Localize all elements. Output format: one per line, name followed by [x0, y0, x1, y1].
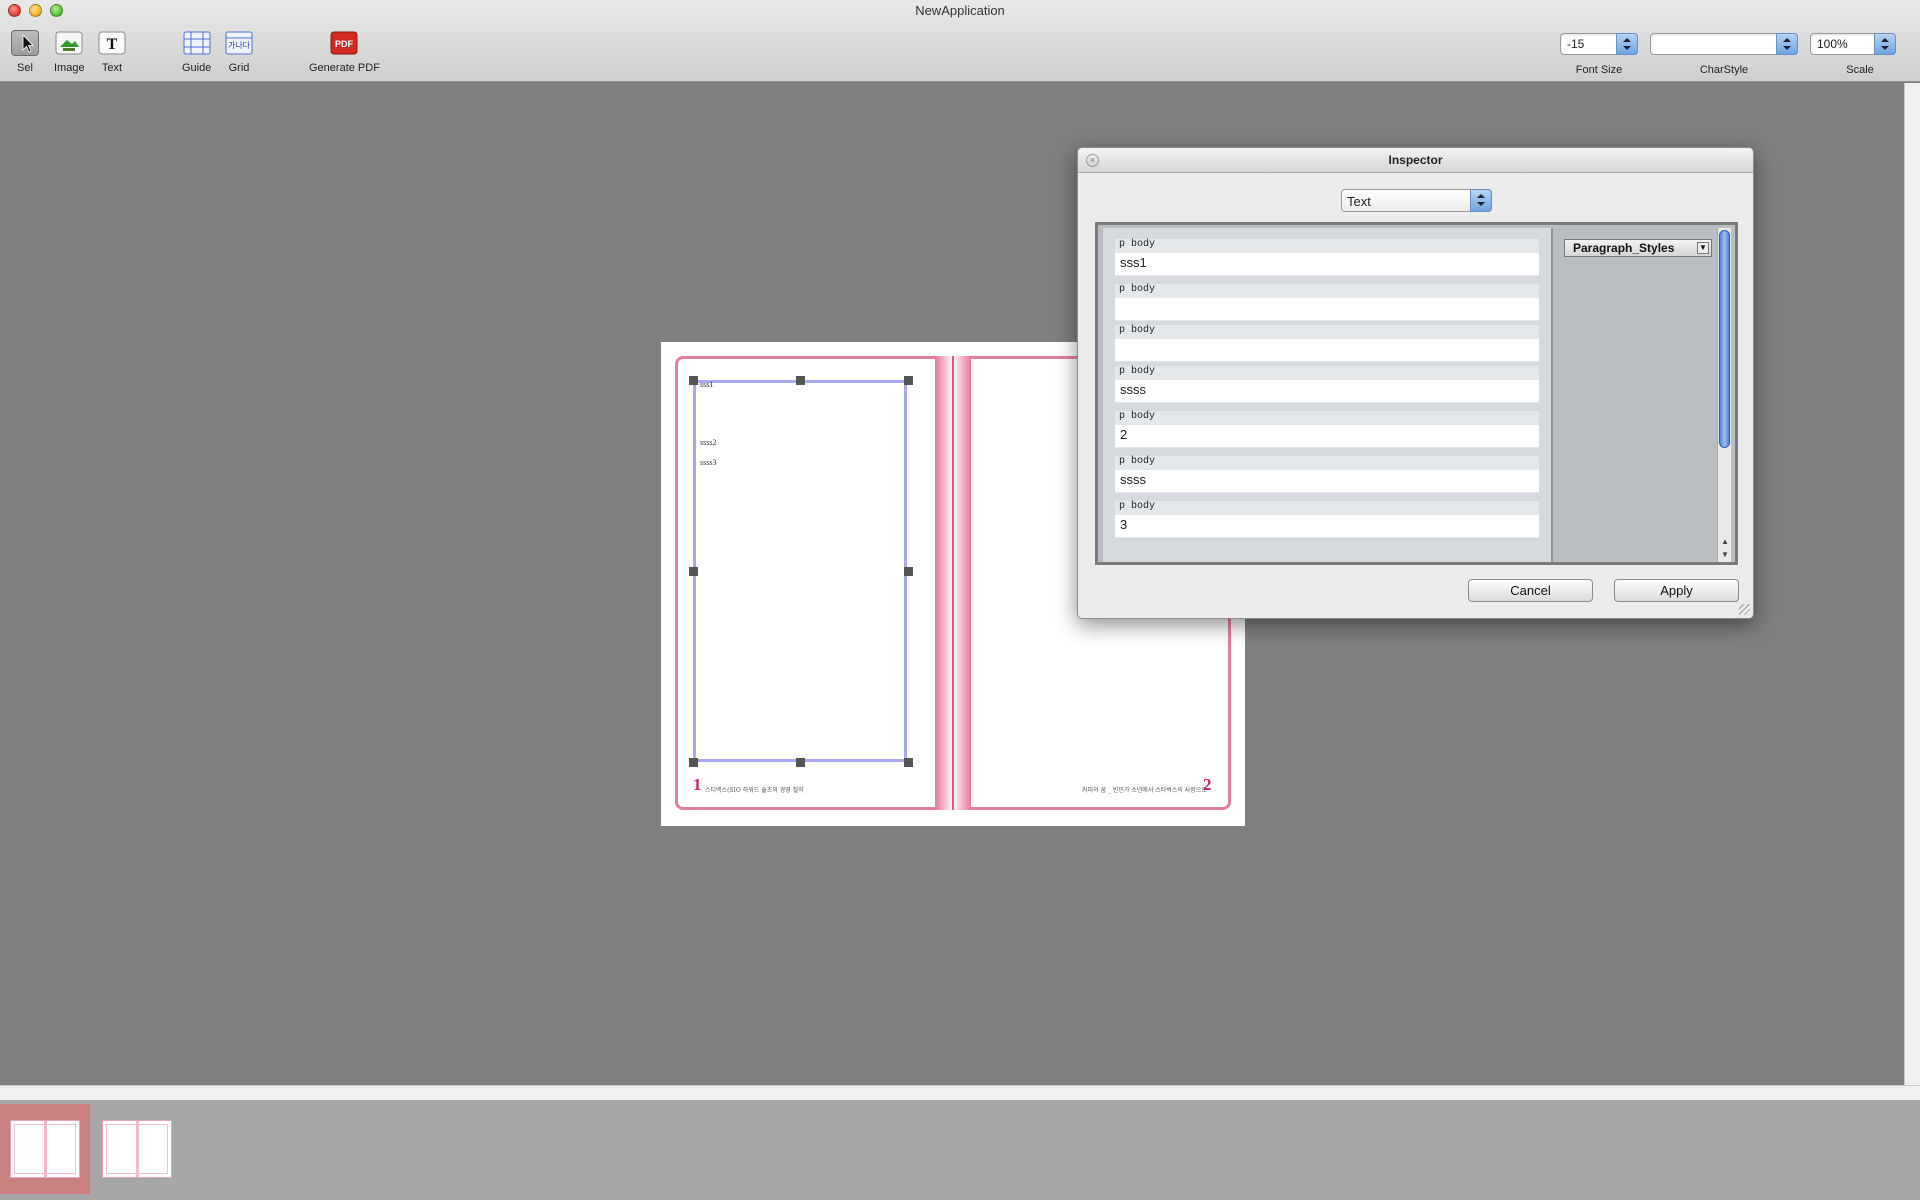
- select-arrows-icon[interactable]: [1776, 33, 1798, 55]
- paragraph-row[interactable]: p body: [1115, 325, 1539, 362]
- guide-tool-button[interactable]: Guide: [182, 30, 211, 74]
- paragraph-row[interactable]: p body ssss: [1115, 456, 1539, 493]
- paragraph-row[interactable]: p body 3: [1115, 501, 1539, 538]
- page-thumbnail[interactable]: [92, 1104, 182, 1194]
- resize-handle-top-left[interactable]: [689, 376, 698, 385]
- window-toolbar: NewApplication Sel Image T Text Guide 가나…: [0, 0, 1920, 82]
- font-size-label: Font Size: [1575, 64, 1623, 76]
- paragraph-tag: p body: [1119, 239, 1156, 250]
- image-tool-button[interactable]: Image: [54, 30, 85, 74]
- scroll-down-arrow-icon[interactable]: ▼: [1719, 549, 1731, 561]
- font-size-stepper[interactable]: -15: [1560, 33, 1638, 55]
- select-tool-label: Sel: [17, 62, 33, 74]
- paragraph-list[interactable]: p body sss1 p body p body p body ssss p …: [1103, 228, 1551, 562]
- page-thumbnail-selected[interactable]: [0, 1104, 90, 1194]
- generate-pdf-label: Generate PDF: [309, 62, 380, 74]
- korean-grid-icon: 가나다: [225, 30, 253, 56]
- panel-divider: [1551, 228, 1553, 562]
- pdf-glyph: PDF: [335, 39, 354, 49]
- resize-handle-bottom-right[interactable]: [904, 758, 913, 767]
- inspector-scrollbar[interactable]: ▲ ▼: [1717, 228, 1731, 562]
- paragraph-row[interactable]: p body: [1115, 284, 1539, 321]
- spread-thumbnail-image: [102, 1120, 172, 1178]
- generate-pdf-button[interactable]: PDF Generate PDF: [309, 30, 380, 74]
- scale-select[interactable]: 100%: [1810, 33, 1896, 55]
- paragraph-tag: p body: [1119, 411, 1156, 422]
- resize-grip-icon[interactable]: [1739, 604, 1750, 615]
- paragraph-row[interactable]: p body ssss: [1115, 366, 1539, 403]
- guide-tool-label: Guide: [182, 62, 212, 74]
- select-tool-button[interactable]: Sel: [11, 30, 39, 74]
- grid-tool-button[interactable]: 가나다 Grid: [225, 30, 253, 74]
- inspector-title: Inspector: [1388, 153, 1443, 167]
- cancel-button[interactable]: Cancel: [1468, 579, 1593, 602]
- page-thumbnail-bar: [0, 1100, 1920, 1200]
- paragraph-panel: p body sss1 p body p body p body ssss p …: [1095, 222, 1738, 565]
- image-tool-label: Image: [54, 62, 85, 74]
- paragraph-styles-combo[interactable]: Paragraph_Styles ▼: [1564, 239, 1712, 257]
- resize-handle-top[interactable]: [796, 376, 805, 385]
- window-title: NewApplication: [915, 3, 1005, 18]
- inspector-type-value: Text: [1347, 194, 1371, 209]
- selected-text-frame[interactable]: [693, 380, 907, 762]
- frame-text-line: ssss3: [700, 458, 717, 467]
- select-arrows-icon[interactable]: [1470, 189, 1492, 212]
- chevron-down-icon[interactable]: ▼: [1697, 242, 1709, 254]
- paragraph-text-field[interactable]: sss1: [1115, 253, 1539, 275]
- pdf-icon: PDF: [330, 30, 358, 56]
- guide-icon: [183, 30, 211, 56]
- right-page-number: 2: [1203, 775, 1212, 794]
- scroll-thumb[interactable]: [1719, 230, 1730, 448]
- spread-thumbnail-image: [10, 1120, 80, 1178]
- text-t-icon: T: [98, 30, 126, 56]
- apply-button[interactable]: Apply: [1614, 579, 1739, 602]
- image-icon: [55, 30, 83, 56]
- inspector-type-select[interactable]: Text: [1341, 189, 1492, 212]
- charstyle-select[interactable]: [1650, 33, 1798, 55]
- vertical-scrollbar[interactable]: [1904, 83, 1920, 1085]
- paragraph-styles-value: Paragraph_Styles: [1573, 241, 1675, 255]
- paragraph-tag: p body: [1119, 456, 1156, 467]
- paragraph-tag: p body: [1119, 366, 1156, 377]
- paragraph-text-field[interactable]: [1115, 298, 1539, 320]
- paragraph-tag: p body: [1119, 284, 1156, 295]
- resize-handle-right[interactable]: [904, 567, 913, 576]
- resize-handle-bottom-left[interactable]: [689, 758, 698, 767]
- scale-value: 100%: [1817, 37, 1848, 51]
- paragraph-text-field[interactable]: [1115, 339, 1539, 361]
- left-page-folio: 스티백스(SIO 하워드 슐츠의 경영 철학: [705, 787, 804, 794]
- paragraph-text-field[interactable]: 2: [1115, 425, 1539, 447]
- text-tool-label: Text: [101, 62, 123, 74]
- paragraph-tag: p body: [1119, 325, 1156, 336]
- grid-tool-glyph: 가나다: [228, 41, 251, 50]
- text-tool-glyph: T: [107, 36, 118, 53]
- gutter-divider: [952, 356, 954, 810]
- select-arrows-icon[interactable]: [1874, 33, 1896, 55]
- text-tool-button[interactable]: T Text: [98, 30, 126, 74]
- inspector-titlebar[interactable]: × Inspector: [1078, 148, 1753, 173]
- paragraph-text-field[interactable]: ssss: [1115, 380, 1539, 402]
- inspector-window: × Inspector Text p body sss1 p body p bo…: [1077, 147, 1754, 619]
- resize-handle-top-right[interactable]: [904, 376, 913, 385]
- charstyle-label: CharStyle: [1699, 64, 1749, 76]
- font-size-value: -15: [1567, 37, 1585, 51]
- scale-label: Scale: [1846, 64, 1874, 76]
- frame-text-line: sss1: [700, 380, 714, 389]
- grid-tool-label: Grid: [228, 62, 250, 74]
- resize-handle-bottom[interactable]: [796, 758, 805, 767]
- left-page-number: 1: [693, 775, 702, 794]
- frame-text-line: ssss2: [700, 438, 717, 447]
- paragraph-row[interactable]: p body 2: [1115, 411, 1539, 448]
- resize-handle-left[interactable]: [689, 567, 698, 576]
- scroll-up-arrow-icon[interactable]: ▲: [1719, 536, 1731, 548]
- stepper-arrows-icon[interactable]: [1616, 33, 1638, 55]
- paragraph-tag: p body: [1119, 501, 1156, 512]
- right-page-folio: 커피의 꿈 _ 빈민가 소년에서 스타벅스의 사장으로: [1082, 787, 1207, 794]
- paragraph-text-field[interactable]: ssss: [1115, 470, 1539, 492]
- paragraph-text-field[interactable]: 3: [1115, 515, 1539, 537]
- paragraph-row[interactable]: p body sss1: [1115, 239, 1539, 276]
- horizontal-scrollbar[interactable]: [0, 1085, 1920, 1100]
- arrow-pointer-icon: [11, 30, 39, 56]
